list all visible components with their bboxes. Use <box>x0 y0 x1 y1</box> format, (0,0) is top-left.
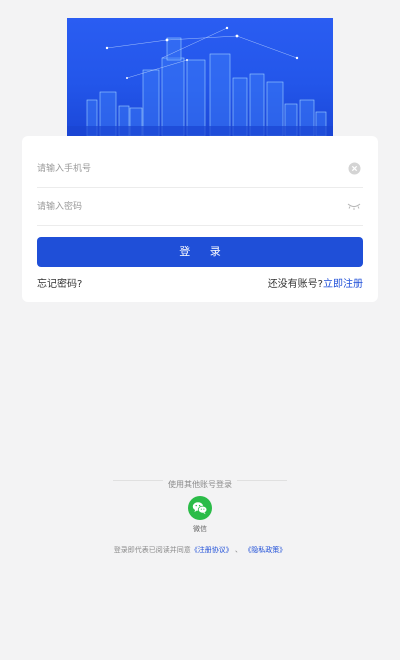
password-input[interactable] <box>37 188 327 225</box>
divider-line-left <box>113 480 163 481</box>
no-account-text: 还没有账号? <box>267 279 323 290</box>
other-login-divider: 使用其他账号登录 <box>0 472 400 489</box>
register-row: 还没有账号?立即注册 <box>268 275 363 290</box>
banner-image <box>67 18 333 136</box>
phone-input[interactable] <box>37 150 327 187</box>
agreement-prefix: 登录即代表已阅读并同意 <box>113 546 191 554</box>
phone-field <box>37 150 363 188</box>
terms-link[interactable]: 《注册协议》 <box>191 546 233 554</box>
eye-closed-icon[interactable] <box>347 201 361 211</box>
agreement-separator: 、 <box>232 546 245 554</box>
wechat-label: 微信 <box>193 525 207 533</box>
password-field <box>37 188 363 226</box>
wechat-login-button[interactable] <box>188 496 212 520</box>
divider-line-right <box>237 480 287 481</box>
agreement-text: 登录即代表已阅读并同意《注册协议》 、 《隐私政策》 <box>0 545 400 555</box>
other-login-title: 使用其他账号登录 <box>168 480 232 489</box>
login-button[interactable]: 登 录 <box>37 237 363 267</box>
forgot-password-link[interactable]: 忘记密码? <box>37 275 82 290</box>
clear-icon[interactable] <box>348 162 361 175</box>
register-link[interactable]: 立即注册 <box>323 279 363 290</box>
login-card: 登 录 忘记密码? 还没有账号?立即注册 <box>22 136 378 302</box>
city-skyline-illustration <box>67 26 333 136</box>
wechat-icon <box>192 502 208 515</box>
privacy-link[interactable]: 《隐私政策》 <box>244 546 286 554</box>
